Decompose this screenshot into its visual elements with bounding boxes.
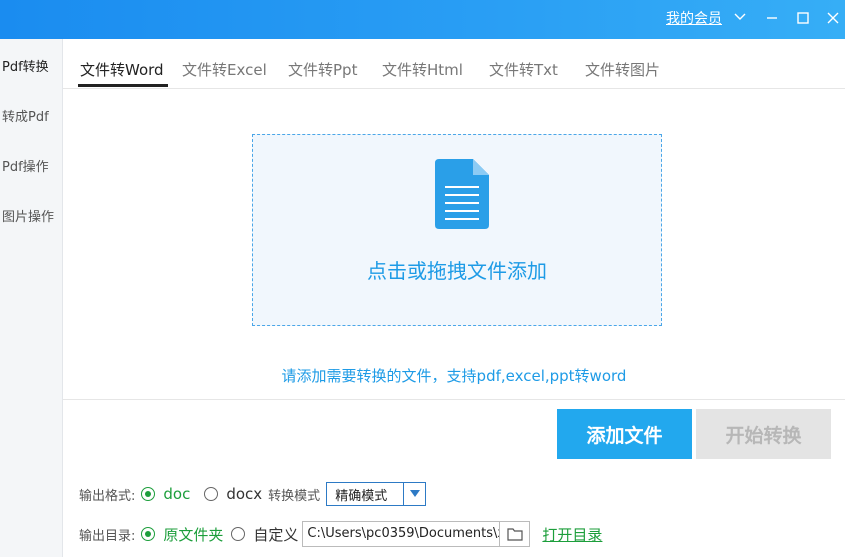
folder-icon <box>507 528 523 541</box>
output-path-field[interactable]: C:\Users\pc0359\Documents\x <box>302 521 501 547</box>
tab-to-txt[interactable]: 文件转Txt <box>489 59 558 80</box>
radio-original-folder[interactable] <box>141 527 156 541</box>
radio-custom-folder[interactable] <box>231 527 246 541</box>
output-dir-label: 输出目录: <box>79 528 136 544</box>
tab-bar: 文件转Word 文件转Excel 文件转Ppt 文件转Html 文件转Txt 文… <box>63 39 845 89</box>
title-bar: 我的会员 <box>0 0 845 39</box>
output-dir-row: 输出目录: 原文件夹 自定义 C:\Users\pc0359\Documents… <box>79 521 602 547</box>
active-tab-indicator <box>78 84 168 87</box>
chevron-down-icon[interactable] <box>733 9 747 23</box>
output-format-row: 输出格式: doc docx 转换模式 精确模式 <box>79 482 427 506</box>
sidebar-item-to-pdf[interactable]: 转成Pdf <box>2 106 49 125</box>
option-docx-label[interactable]: docx <box>226 485 262 503</box>
convert-mode-select[interactable]: 精确模式 <box>326 482 427 506</box>
tab-to-word[interactable]: 文件转Word <box>80 59 164 80</box>
sidebar-item-image-operations[interactable]: 图片操作 <box>2 206 54 225</box>
output-format-label: 输出格式: <box>79 488 136 504</box>
tab-to-ppt[interactable]: 文件转Ppt <box>288 59 357 80</box>
radio-doc[interactable] <box>141 487 156 501</box>
start-convert-button[interactable]: 开始转换 <box>696 409 831 459</box>
option-original-folder-label[interactable]: 原文件夹 <box>163 524 223 545</box>
sidebar-item-pdf-operations[interactable]: Pdf操作 <box>2 156 49 175</box>
radio-docx[interactable] <box>204 487 219 501</box>
add-file-button[interactable]: 添加文件 <box>557 409 692 459</box>
convert-mode-value: 精确模式 <box>335 488 388 504</box>
my-membership-link[interactable]: 我的会员 <box>666 8 722 28</box>
tab-to-html[interactable]: 文件转Html <box>382 59 463 80</box>
browse-folder-button[interactable] <box>500 521 531 547</box>
convert-mode-label: 转换模式 <box>268 488 321 504</box>
sidebar: Pdf转换 转成Pdf Pdf操作 图片操作 <box>0 39 63 557</box>
option-doc-label[interactable]: doc <box>163 485 190 503</box>
minimize-icon[interactable] <box>764 10 780 26</box>
document-icon <box>435 159 489 229</box>
supported-formats-hint: 请添加需要转换的文件，支持pdf,excel,ppt转word <box>281 367 627 385</box>
close-icon[interactable] <box>825 10 841 26</box>
open-folder-link[interactable]: 打开目录 <box>542 524 602 545</box>
file-drop-zone[interactable]: 点击或拖拽文件添加 <box>252 134 662 326</box>
tab-to-excel[interactable]: 文件转Excel <box>182 59 267 80</box>
tab-to-image[interactable]: 文件转图片 <box>585 59 660 80</box>
maximize-icon[interactable] <box>795 10 811 26</box>
option-custom-label[interactable]: 自定义 <box>253 524 298 545</box>
drop-zone-label: 点击或拖拽文件添加 <box>367 259 547 283</box>
divider <box>63 399 845 400</box>
dropdown-arrow-icon[interactable] <box>403 483 425 505</box>
sidebar-item-pdf-convert[interactable]: Pdf转换 <box>2 56 49 75</box>
